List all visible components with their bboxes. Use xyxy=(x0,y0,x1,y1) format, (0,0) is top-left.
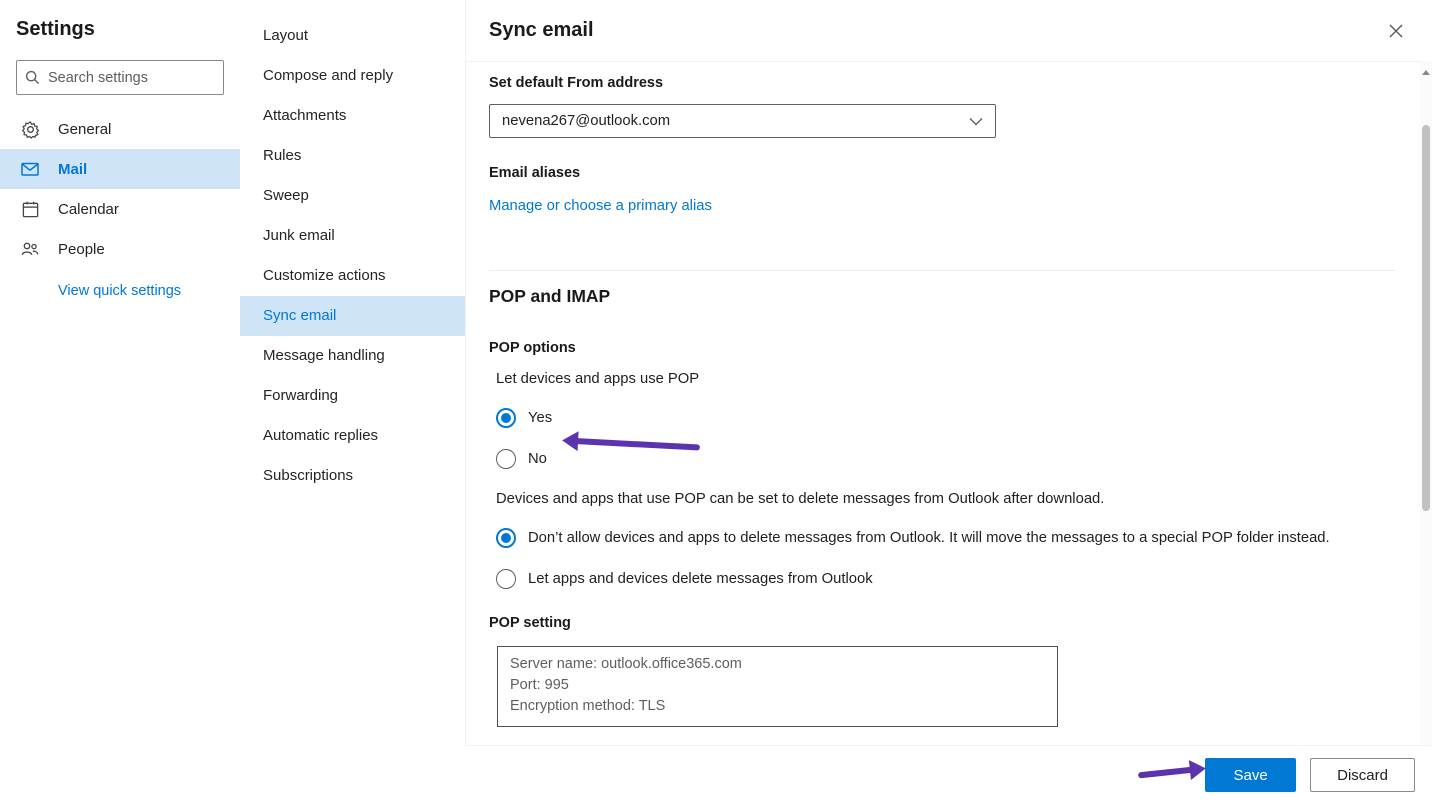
menu-item-message-handling[interactable]: Message handling xyxy=(240,336,465,376)
pop-encryption-line: Encryption method: TLS xyxy=(510,696,1045,717)
radio-unselected-icon[interactable] xyxy=(496,569,516,589)
menu-item-subscriptions[interactable]: Subscriptions xyxy=(240,456,465,496)
panel-footer: Save Discard xyxy=(465,745,1432,804)
sidebar-item-label: People xyxy=(58,241,105,258)
chevron-down-icon xyxy=(969,117,983,126)
panel-title: Sync email xyxy=(489,19,594,42)
scrollbar-thumb[interactable] xyxy=(1422,125,1430,511)
radio-option-no[interactable]: No xyxy=(496,449,1396,469)
scroll-up-button[interactable] xyxy=(1420,61,1432,75)
pop-and-imap-title: POP and IMAP xyxy=(489,286,1396,307)
menu-item-sync-email[interactable]: Sync email xyxy=(240,296,465,336)
search-box[interactable] xyxy=(16,60,224,95)
sidebar-item-label: Mail xyxy=(58,161,87,178)
sync-email-panel: Sync email Set default From address neve… xyxy=(465,0,1432,804)
menu-item-sweep[interactable]: Sweep xyxy=(240,176,465,216)
panel-header: Sync email xyxy=(466,0,1432,61)
use-pop-label: Let devices and apps use POP xyxy=(496,371,1396,387)
sidebar-item-calendar[interactable]: Calendar xyxy=(0,189,240,229)
sidebar-item-label: Calendar xyxy=(58,201,119,218)
sidebar-item-label: General xyxy=(58,121,111,138)
manage-alias-link[interactable]: Manage or choose a primary alias xyxy=(489,198,712,214)
search-icon xyxy=(25,70,40,85)
pop-delete-description: Devices and apps that use POP can be set… xyxy=(496,491,1396,507)
save-button[interactable]: Save xyxy=(1205,758,1296,792)
pop-setting-label: POP setting xyxy=(489,615,1396,631)
from-address-label: Set default From address xyxy=(489,75,1396,91)
radio-selected-icon[interactable] xyxy=(496,528,516,548)
pop-port-line: Port: 995 xyxy=(510,675,1045,696)
menu-item-attachments[interactable]: Attachments xyxy=(240,96,465,136)
sidebar-nav: General Mail Calendar People xyxy=(0,109,240,269)
discard-button[interactable]: Discard xyxy=(1310,758,1415,792)
settings-page-title: Settings xyxy=(16,18,240,41)
sidebar-item-general[interactable]: General xyxy=(0,109,240,149)
settings-sidebar: Settings General Mail Calendar xyxy=(0,0,240,804)
radio-selected-icon[interactable] xyxy=(496,408,516,428)
radio-option-allow-delete[interactable]: Let apps and devices delete messages fro… xyxy=(496,569,1396,589)
email-aliases-label: Email aliases xyxy=(489,165,1396,181)
panel-content: Set default From address nevena267@outlo… xyxy=(466,61,1420,745)
menu-item-rules[interactable]: Rules xyxy=(240,136,465,176)
close-icon xyxy=(1389,24,1403,38)
view-quick-settings-link[interactable]: View quick settings xyxy=(58,283,181,299)
radio-option-yes[interactable]: Yes xyxy=(496,408,1396,428)
menu-item-junk-email[interactable]: Junk email xyxy=(240,216,465,256)
mail-settings-menu: Layout Compose and reply Attachments Rul… xyxy=(240,0,465,804)
scrollbar[interactable] xyxy=(1420,61,1432,745)
pop-options-label: POP options xyxy=(489,340,1396,356)
from-address-value: nevena267@outlook.com xyxy=(502,113,670,129)
close-button[interactable] xyxy=(1384,19,1408,43)
pop-server-line: Server name: outlook.office365.com xyxy=(510,654,1045,675)
calendar-icon xyxy=(18,200,42,219)
gear-icon xyxy=(18,120,42,139)
radio-unselected-icon[interactable] xyxy=(496,449,516,469)
menu-item-compose-and-reply[interactable]: Compose and reply xyxy=(240,56,465,96)
section-divider xyxy=(489,270,1396,271)
radio-option-label: Let apps and devices delete messages fro… xyxy=(528,571,873,587)
from-address-dropdown[interactable]: nevena267@outlook.com xyxy=(489,104,996,138)
radio-option-dont-allow-delete[interactable]: Don’t allow devices and apps to delete m… xyxy=(496,528,1396,548)
pop-settings-box: Server name: outlook.office365.com Port:… xyxy=(497,646,1058,727)
menu-item-customize-actions[interactable]: Customize actions xyxy=(240,256,465,296)
sidebar-item-people[interactable]: People xyxy=(0,229,240,269)
radio-option-label: Yes xyxy=(528,410,552,426)
mail-icon xyxy=(18,159,42,179)
sidebar-item-mail[interactable]: Mail xyxy=(0,149,240,189)
menu-item-automatic-replies[interactable]: Automatic replies xyxy=(240,416,465,456)
people-icon xyxy=(18,239,42,259)
radio-option-label: Don’t allow devices and apps to delete m… xyxy=(528,530,1330,546)
menu-item-layout[interactable]: Layout xyxy=(240,16,465,56)
menu-item-forwarding[interactable]: Forwarding xyxy=(240,376,465,416)
search-input[interactable] xyxy=(48,70,235,86)
radio-option-label: No xyxy=(528,451,547,467)
